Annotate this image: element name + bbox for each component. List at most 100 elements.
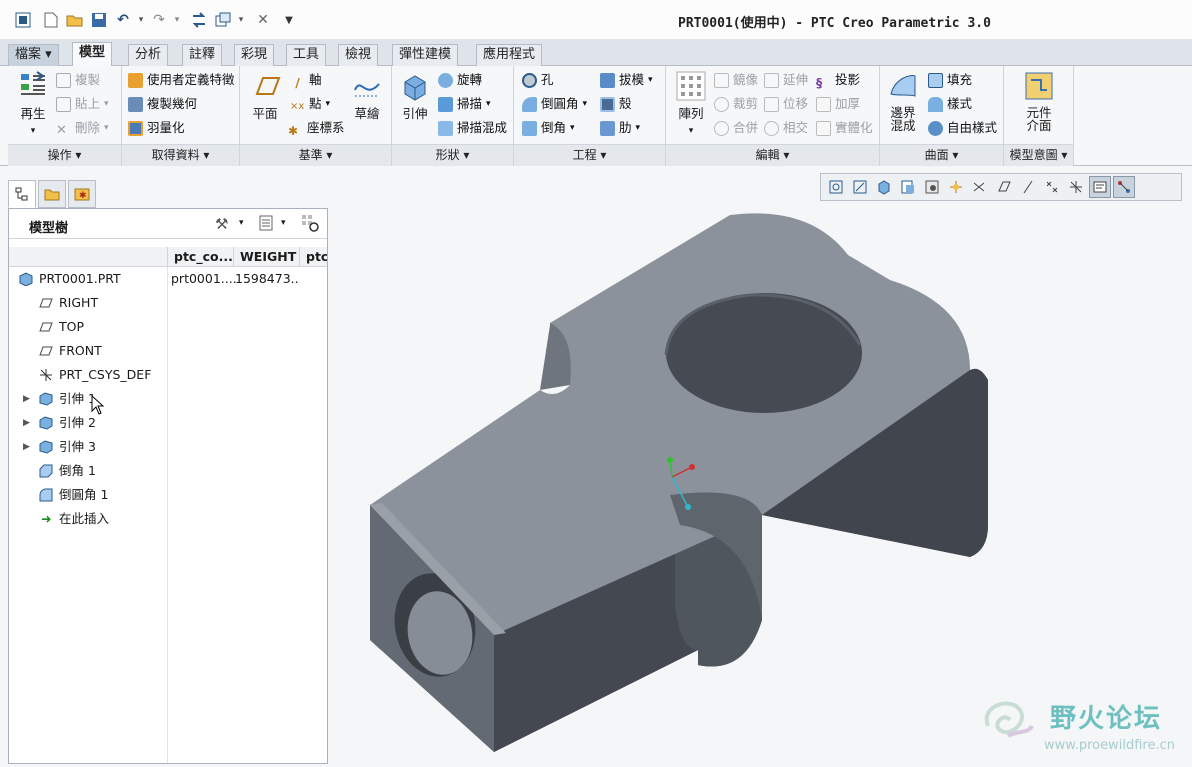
udf-button[interactable]: 使用者定義特徵 [128, 70, 235, 90]
tab-annotate[interactable]: 註釋 [182, 44, 223, 66]
group-editing-label[interactable]: 編輯 ▾ [666, 144, 879, 166]
boundary-blend-button[interactable]: 邊界 混成 [880, 70, 926, 132]
save-icon[interactable] [90, 11, 108, 29]
close-icon[interactable]: ✕ [254, 11, 272, 29]
saved-orientations-icon[interactable] [921, 176, 943, 198]
display-style-icon[interactable] [897, 176, 919, 198]
merge-button[interactable]: 合併 [714, 118, 758, 138]
folder-browser-tab[interactable] [38, 180, 66, 208]
solidify-button[interactable]: 實體化 [816, 118, 873, 138]
tree-show-dropdown-icon[interactable]: ▾ [281, 218, 286, 228]
tree-item-extrude-3[interactable]: ▶ 引伸 3 [9, 435, 327, 459]
plane-button[interactable]: 平面 [242, 70, 288, 121]
trim-button[interactable]: 裁剪 [714, 94, 758, 114]
favorites-tab[interactable]: ✱ [68, 180, 96, 208]
tree-item-right[interactable]: RIGHT [9, 291, 327, 315]
rib-button[interactable]: 肋 ▾ [600, 118, 640, 138]
delete-button[interactable]: ✕ 刪除 ▾ [56, 118, 109, 138]
redo-dropdown-icon[interactable]: ▾ [168, 11, 186, 29]
expand-icon[interactable]: ▶ [23, 387, 30, 411]
chamfer-button[interactable]: 倒角 ▾ [522, 118, 575, 138]
model-tree-tab[interactable] [8, 180, 36, 208]
tab-file[interactable]: 檔案 ▾ [8, 44, 59, 66]
round-button[interactable]: 倒圓角 ▾ [522, 94, 587, 114]
draft-button[interactable]: 拔模 ▾ [600, 70, 653, 90]
tab-model[interactable]: 模型 [72, 42, 113, 67]
point-button[interactable]: ×x 點 ▾ [290, 94, 330, 114]
offset-button[interactable]: 位移 [764, 94, 808, 114]
csys-button[interactable]: ✱ 座標系 [288, 118, 345, 138]
revolve-button[interactable]: 旋轉 [438, 70, 482, 90]
csys-display-icon[interactable] [1041, 176, 1063, 198]
axis-display-icon[interactable] [993, 176, 1015, 198]
style-button[interactable]: 樣式 [928, 94, 972, 114]
tree-item-chamfer-1[interactable]: 倒角 1 [9, 459, 327, 483]
graphics-window[interactable] [330, 205, 1192, 764]
tree-show-icon[interactable] [259, 215, 273, 234]
extrude-button[interactable]: 引伸 [392, 70, 438, 121]
tree-item-csys[interactable]: PRT_CSYS_DEF [9, 363, 327, 387]
datum-display-filter-icon[interactable] [1113, 176, 1135, 198]
paste-button[interactable]: 貼上 ▾ [56, 94, 109, 114]
column-header-weight[interactable]: WEIGHT [233, 247, 299, 267]
tree-filters-icon[interactable] [301, 214, 319, 235]
thicken-button[interactable]: 加厚 [816, 94, 860, 114]
annotation-display-icon[interactable] [1089, 176, 1111, 198]
group-shapes-label[interactable]: 形狀 ▾ [392, 144, 513, 166]
group-operations-label[interactable]: 操作 ▾ [8, 144, 121, 166]
group-datum-label[interactable]: 基準 ▾ [240, 144, 391, 166]
new-icon[interactable] [42, 11, 60, 29]
sweep-button[interactable]: 掃描 ▾ [438, 94, 491, 114]
tree-item-front[interactable]: FRONT [9, 339, 327, 363]
tab-tools[interactable]: 工具 [286, 44, 327, 66]
swept-blend-button[interactable]: 掃描混成 [438, 118, 507, 138]
tab-applications[interactable]: 應用程式 [476, 44, 543, 66]
column-header-ptc[interactable]: ptc_ [299, 247, 327, 267]
tree-item-part[interactable]: PRT0001.PRT prt0001.... 1598473... [9, 267, 327, 291]
regenerate-icon[interactable] [190, 11, 208, 29]
tree-item-top[interactable]: TOP [9, 315, 327, 339]
windows-icon[interactable] [214, 11, 232, 29]
spin-center-icon[interactable] [1065, 176, 1087, 198]
hole-button[interactable]: 孔 [522, 70, 554, 90]
undo-dropdown-icon[interactable]: ▾ [132, 11, 150, 29]
plane-display-icon[interactable] [969, 176, 991, 198]
repaint-icon[interactable] [873, 176, 895, 198]
column-header-ptc-common-name[interactable]: ptc_co... [167, 247, 233, 267]
copy-button[interactable]: 複製 [56, 70, 100, 90]
tree-settings-dropdown-icon[interactable]: ▾ [239, 218, 244, 228]
tree-settings-icon[interactable]: ⚒ [215, 215, 228, 233]
group-get-data-label[interactable]: 取得資料 ▾ [122, 144, 239, 166]
windows-dropdown-icon[interactable]: ▾ [232, 11, 250, 29]
tree-item-extrude-1[interactable]: ▶ 引伸 1 [9, 387, 327, 411]
tree-item-insert-here[interactable]: ➜ 在此插入 [9, 507, 327, 531]
mirror-button[interactable]: 鏡像 [714, 70, 758, 90]
pattern-button[interactable]: 陣列 ▾ [668, 70, 714, 139]
undo-icon[interactable]: ↶ [114, 11, 132, 29]
refit-icon[interactable] [825, 176, 847, 198]
component-interface-button[interactable]: 元件 介面 [1016, 70, 1062, 132]
group-engineering-label[interactable]: 工程 ▾ [514, 144, 665, 166]
sketch-button[interactable]: 草繪 [344, 70, 390, 121]
group-surfaces-label[interactable]: 曲面 ▾ [880, 144, 1003, 166]
open-icon[interactable] [66, 11, 84, 29]
tree-item-extrude-2[interactable]: ▶ 引伸 2 [9, 411, 327, 435]
expand-icon[interactable]: ▶ [23, 435, 30, 459]
view-manager-icon[interactable] [945, 176, 967, 198]
project-button[interactable]: § 投影 [816, 70, 860, 90]
tree-item-round-1[interactable]: 倒圓角 1 [9, 483, 327, 507]
part-model[interactable] [330, 205, 1192, 764]
shell-button[interactable]: 殼 [600, 94, 632, 114]
fill-button[interactable]: 填充 [928, 70, 972, 90]
copy-geometry-button[interactable]: 複製幾何 [128, 94, 197, 114]
customize-icon[interactable]: ▼ [280, 11, 298, 29]
tab-analysis[interactable]: 分析 [128, 44, 169, 66]
expand-icon[interactable]: ▶ [23, 411, 30, 435]
tab-render[interactable]: 彩現 [234, 44, 275, 66]
freestyle-button[interactable]: 自由樣式 [928, 118, 997, 138]
regenerate-button[interactable]: 再生 ▾ [10, 70, 56, 139]
tab-flexible-modeling[interactable]: 彈性建模 [392, 44, 459, 66]
zoom-in-icon[interactable] [849, 176, 871, 198]
intersect-button[interactable]: 相交 [764, 118, 808, 138]
point-display-icon[interactable] [1017, 176, 1039, 198]
